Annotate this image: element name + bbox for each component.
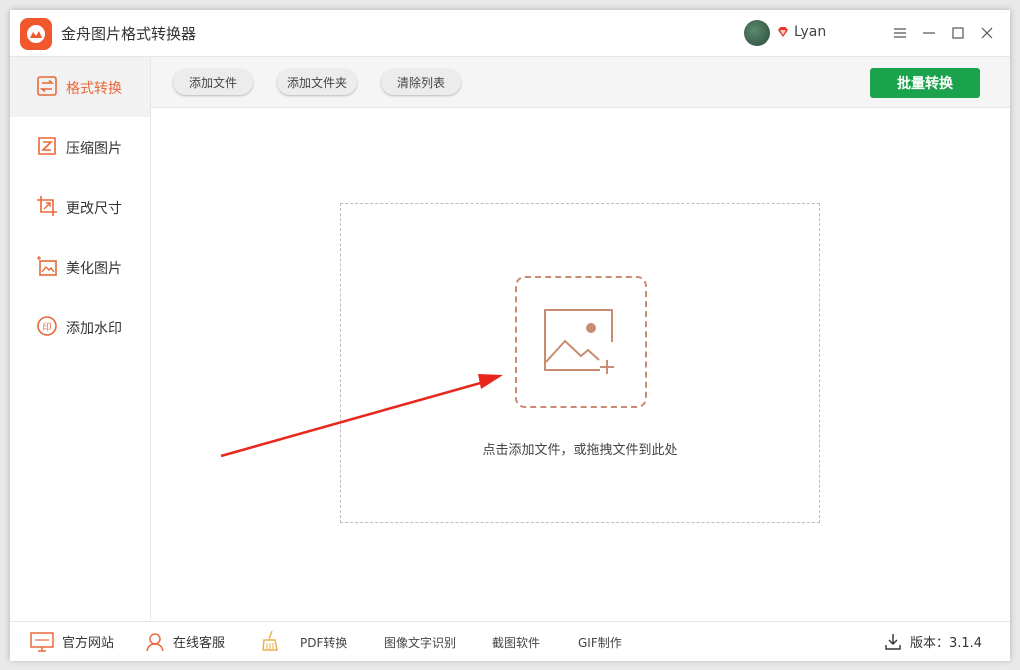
- version-label: 版本：3.1.4: [910, 636, 983, 651]
- download-icon: [885, 633, 901, 650]
- footer: 官方网站 在线客服 PDF转换 图像文字识别 截图软件 GIF制作 版本：3.1…: [10, 621, 1010, 661]
- compress-icon: [38, 137, 56, 155]
- clear-list-button[interactable]: 清除列表: [381, 69, 461, 95]
- vip-diamond-icon: [778, 27, 788, 37]
- sidebar-item-label: 美化图片: [66, 261, 122, 277]
- watermark-icon: 印: [37, 316, 57, 336]
- sidebar-item-compress[interactable]: 压缩图片: [10, 117, 150, 177]
- sidebar-item-resize[interactable]: 更改尺寸: [10, 177, 150, 237]
- maximize-icon[interactable]: [948, 23, 968, 43]
- add-image-icon: [544, 309, 614, 374]
- app-title: 金舟图片格式转换器: [61, 25, 197, 43]
- sidebar: 格式转换 压缩图片 更改尺寸 美化图片 印 添加水印: [10, 57, 151, 620]
- beautify-icon: [37, 256, 57, 276]
- batch-convert-button[interactable]: 批量转换: [870, 68, 980, 98]
- sidebar-item-label: 添加水印: [66, 321, 122, 337]
- add-image-button[interactable]: [515, 276, 647, 408]
- broom-icon: [262, 630, 278, 651]
- footer-link-gif[interactable]: GIF制作: [578, 634, 622, 651]
- menu-icon[interactable]: [890, 23, 910, 43]
- sidebar-item-label: 压缩图片: [66, 141, 122, 157]
- add-folder-button[interactable]: 添加文件夹: [277, 69, 357, 95]
- app-window: 金舟图片格式转换器 Lyan 格式转换 压缩图片 更改尺寸 美化图片 印 添加水…: [10, 10, 1010, 661]
- drop-hint-text: 点击添加文件，或拖拽文件到此处: [482, 443, 678, 458]
- main-content: 点击添加文件，或拖拽文件到此处: [151, 108, 1010, 620]
- support-label: 在线客服: [173, 636, 226, 651]
- minimize-icon[interactable]: [919, 23, 939, 43]
- title-bar: 金舟图片格式转换器 Lyan: [10, 10, 1010, 57]
- add-file-button[interactable]: 添加文件: [173, 69, 253, 95]
- resize-icon: [37, 196, 57, 216]
- convert-icon: [37, 76, 57, 96]
- toolbar: 添加文件 添加文件夹 清除列表 批量转换: [151, 57, 1010, 108]
- app-logo-icon: [20, 18, 52, 50]
- footer-link-pdf[interactable]: PDF转换: [300, 634, 347, 651]
- avatar[interactable]: [744, 20, 770, 46]
- sidebar-item-label: 格式转换: [66, 81, 122, 97]
- sidebar-item-beautify[interactable]: 美化图片: [10, 237, 150, 297]
- website-label: 官方网站: [62, 636, 115, 651]
- online-support-link[interactable]: 在线客服: [145, 622, 225, 661]
- svg-text:印: 印: [42, 321, 51, 333]
- footer-link-ocr[interactable]: 图像文字识别: [384, 634, 456, 651]
- sidebar-item-watermark[interactable]: 印 添加水印: [10, 297, 150, 357]
- sidebar-item-format-convert[interactable]: 格式转换: [10, 57, 150, 117]
- footer-link-screenshot[interactable]: 截图软件: [492, 634, 540, 651]
- official-website-link[interactable]: 官方网站: [30, 622, 114, 661]
- support-person-icon: [146, 632, 164, 651]
- version-info[interactable]: 版本：3.1.4: [884, 622, 982, 661]
- username[interactable]: Lyan: [794, 24, 826, 40]
- close-icon[interactable]: [977, 23, 997, 43]
- sidebar-item-label: 更改尺寸: [66, 201, 122, 217]
- monitor-icon: [30, 631, 54, 652]
- drop-zone[interactable]: 点击添加文件，或拖拽文件到此处: [340, 203, 820, 523]
